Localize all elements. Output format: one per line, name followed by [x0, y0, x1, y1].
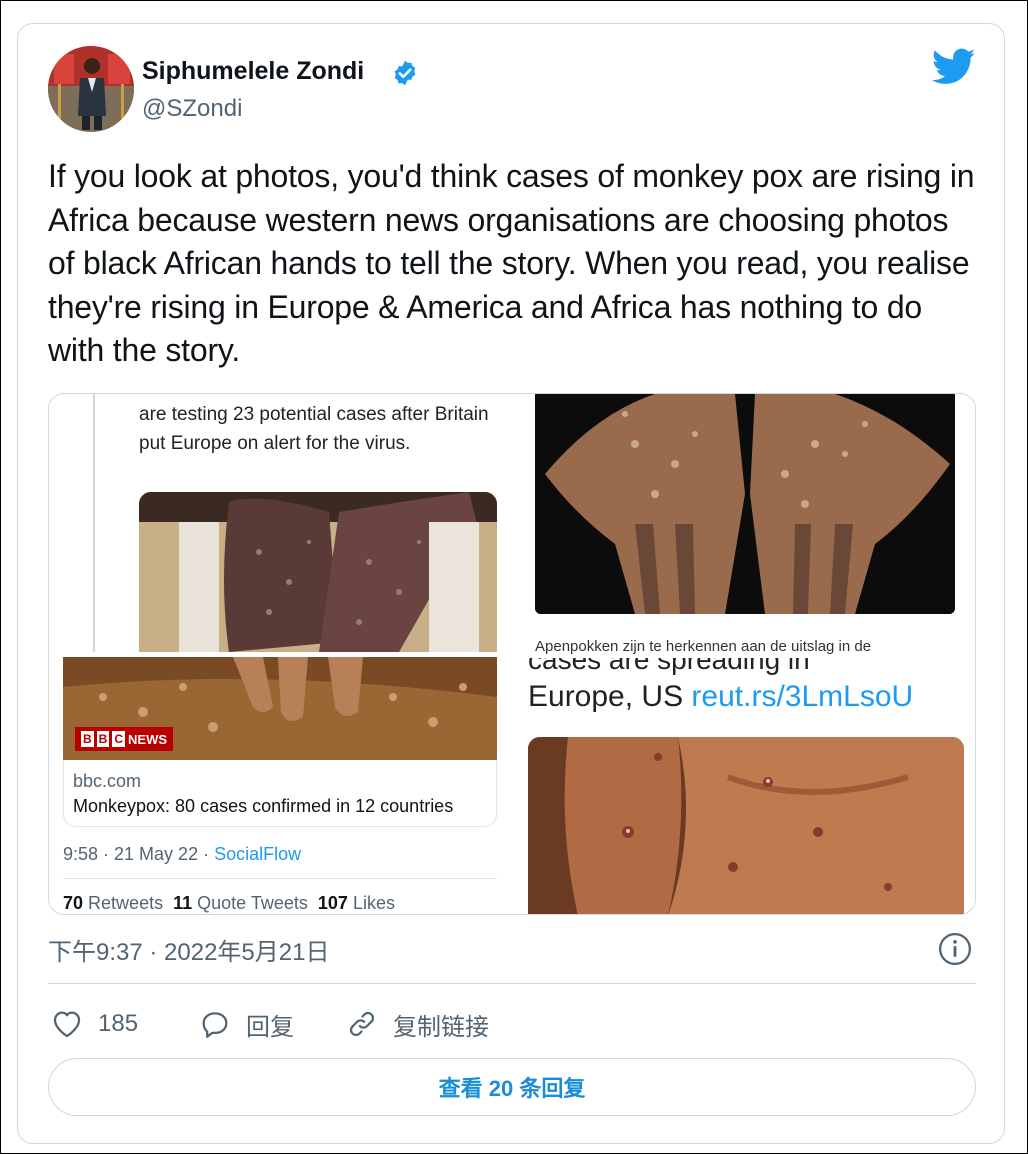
photo-caption: Apenpokken zijn te herkennen aan de uits…: [535, 638, 872, 655]
verified-badge-icon: [394, 60, 416, 86]
bbc-news-logo: B B C NEWS: [75, 727, 174, 751]
actions-divider: [48, 983, 976, 984]
author-avatar[interactable]: [48, 46, 134, 132]
quoted-tweet-meta: 9:58 · 21 May 22 · SocialFlow: [63, 844, 302, 864]
like-count: 185: [98, 1010, 139, 1037]
reuters-link: reut.rs/3LmLsoU: [691, 680, 914, 713]
media-right-panel: Apenpokken zijn te herkennen aan de uits…: [501, 394, 975, 914]
copy-link-button[interactable]: 复制链接: [345, 1004, 489, 1044]
avatar-photo: [48, 46, 134, 132]
speech-bubble-icon: [202, 1012, 228, 1038]
photo-hand-lesions: B B C NEWS: [63, 657, 497, 760]
photo-torso-lesions: [528, 737, 964, 914]
twitter-bird-icon[interactable]: [932, 48, 976, 86]
author-handle[interactable]: @SZondi: [142, 95, 242, 123]
like-button[interactable]: 185: [50, 1004, 138, 1044]
thread-line: [93, 394, 95, 652]
link-domain: bbc.com: [73, 771, 142, 791]
copy-link-label: 复制链接: [393, 1013, 489, 1041]
photo-hands-rash: [139, 492, 497, 652]
tweet-media-image[interactable]: are testing 23 potential cases after Bri…: [48, 393, 976, 915]
reply-label: 回复: [246, 1013, 294, 1041]
heart-icon: [53, 1011, 81, 1038]
quoted-tweet-stats: 70 Retweets 11 Quote Tweets 107 Likes: [63, 893, 395, 913]
reply-button[interactable]: 回复: [198, 1004, 294, 1044]
link-preview-card: bbc.com Monkeypox: 80 cases confirmed in…: [63, 760, 497, 827]
tweet-timestamp[interactable]: 下午9:37 · 2022年5月21日: [48, 932, 329, 967]
link-icon: [349, 1011, 375, 1037]
divider: [63, 878, 497, 879]
tweet-text: If you look at photos, you'd think cases…: [48, 158, 975, 368]
reuters-text: Europe, US reut.rs/3LmLsoU: [528, 680, 914, 713]
view-replies-button[interactable]: 查看 20 条回复: [48, 1058, 976, 1116]
author-name[interactable]: Siphumelele Zondi: [142, 57, 364, 86]
media-left-panel: are testing 23 potential cases after Bri…: [49, 394, 501, 914]
article-snippet-text: are testing 23 potential cases after Bri…: [139, 404, 489, 454]
info-icon[interactable]: [938, 932, 972, 966]
link-title: Monkeypox: 80 cases confirmed in 12 coun…: [73, 796, 454, 816]
photo-palms-rash: [535, 394, 955, 614]
